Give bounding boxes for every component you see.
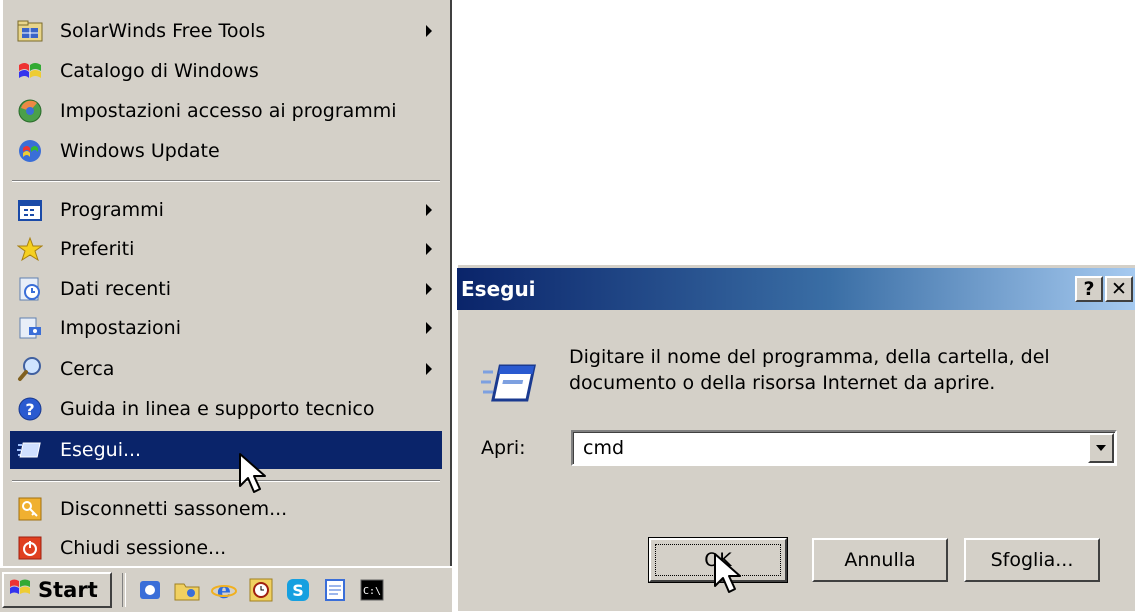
start-button[interactable]: Start: [2, 572, 112, 608]
submenu-arrow-icon: [426, 243, 432, 255]
run-dialog: Esegui ? ✕ Digitare il nome del programm…: [457, 264, 1135, 611]
close-button[interactable]: ✕: [1105, 276, 1133, 302]
program-access-icon: [16, 97, 44, 125]
open-combobox[interactable]: cmd: [571, 430, 1117, 466]
command-prompt-icon[interactable]: C:\: [358, 576, 386, 604]
menu-item-program-access[interactable]: Impostazioni accesso ai programmi: [10, 92, 442, 130]
menu-item-solarwinds[interactable]: SolarWinds Free Tools: [10, 12, 442, 50]
ok-button[interactable]: OK: [648, 537, 788, 583]
help-icon: ?: [16, 395, 44, 423]
submenu-arrow-icon: [426, 204, 432, 216]
dialog-title: Esegui: [461, 277, 536, 301]
start-menu: SolarWinds Free Tools Catalogo di Window…: [0, 0, 452, 612]
menu-item-search[interactable]: Cerca: [10, 350, 442, 388]
notepad-icon[interactable]: [321, 576, 349, 604]
windows-catalog-icon: [16, 57, 44, 85]
submenu-arrow-icon: [426, 363, 432, 375]
cancel-button[interactable]: Annulla: [812, 538, 948, 582]
taskbar-separator: [122, 573, 126, 607]
menu-item-recent[interactable]: Dati recenti: [10, 270, 442, 308]
logoff-key-icon: [16, 495, 44, 523]
favorites-star-icon: [16, 235, 44, 263]
settings-icon: [16, 314, 44, 342]
menu-item-shutdown[interactable]: Chiudi sessione...: [10, 529, 442, 567]
explorer-icon[interactable]: [136, 576, 164, 604]
run-program-icon: [481, 364, 536, 402]
run-icon: [16, 436, 44, 464]
dialog-description: Digitare il nome del programma, della ca…: [569, 346, 1050, 394]
menu-item-run[interactable]: Esegui...: [10, 431, 442, 469]
submenu-arrow-icon: [426, 283, 432, 295]
dialog-titlebar[interactable]: Esegui ? ✕: [457, 268, 1135, 310]
search-icon: [16, 355, 44, 383]
menu-separator: [12, 180, 440, 182]
internet-explorer-icon[interactable]: e: [210, 576, 238, 604]
folder-grid-icon: [16, 17, 44, 45]
menu-item-favorites[interactable]: Preferiti: [10, 230, 442, 268]
windows-update-icon: [16, 137, 44, 165]
focus-rectangle: [655, 544, 781, 576]
svg-text:S: S: [292, 581, 304, 600]
windows-logo-icon: [8, 577, 32, 604]
programs-icon: [16, 196, 44, 224]
submenu-arrow-icon: [426, 322, 432, 334]
start-menu-panel: SolarWinds Free Tools Catalogo di Window…: [2, 0, 452, 566]
submenu-arrow-icon: [426, 25, 432, 37]
open-label: Apri:: [481, 437, 526, 459]
menu-separator: [12, 480, 440, 482]
menu-item-logoff[interactable]: Disconnetti sassonem...: [10, 490, 442, 528]
help-button[interactable]: ?: [1075, 276, 1103, 302]
menu-item-programs[interactable]: Programmi: [10, 191, 442, 229]
menu-item-help[interactable]: ? Guida in linea e supporto tecnico: [10, 390, 442, 428]
cancel-label: Annulla: [844, 549, 916, 571]
chevron-down-icon[interactable]: [1088, 433, 1114, 463]
folder-icon[interactable]: [173, 576, 201, 604]
svg-text:e: e: [217, 578, 231, 603]
browse-label: Sfoglia...: [990, 549, 1074, 571]
svg-text:C:\: C:\: [363, 586, 381, 597]
taskbar: Start e S C:\: [0, 567, 452, 612]
skype-icon[interactable]: S: [284, 576, 312, 604]
shutdown-icon: [16, 534, 44, 562]
recent-documents-icon: [16, 275, 44, 303]
clock-icon[interactable]: [247, 576, 275, 604]
browse-button[interactable]: Sfoglia...: [964, 538, 1100, 582]
menu-item-settings[interactable]: Impostazioni: [10, 309, 442, 347]
start-label: Start: [38, 578, 98, 602]
open-input[interactable]: cmd: [583, 437, 624, 459]
menu-item-windows-catalog[interactable]: Catalogo di Windows: [10, 52, 442, 90]
svg-text:?: ?: [25, 400, 34, 419]
menu-item-windows-update[interactable]: Windows Update: [10, 132, 442, 170]
